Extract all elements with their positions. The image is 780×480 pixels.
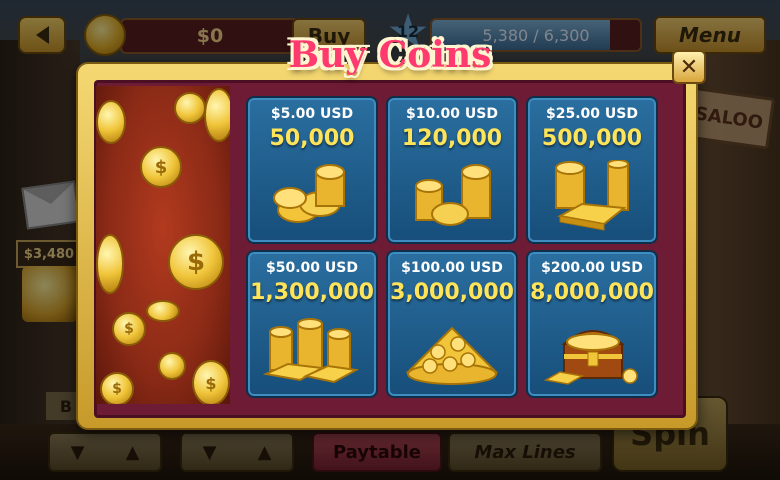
large-gold-pile-icon	[405, 326, 499, 385]
package-price: $10.00 USD	[406, 106, 498, 122]
dialog-title: Buy Coins	[288, 34, 492, 76]
package-price: $5.00 USD	[270, 106, 354, 122]
close-button[interactable]: ✕	[672, 50, 706, 84]
coin-icon: $	[168, 234, 224, 290]
package-amount: 50,000	[269, 126, 355, 151]
coin-package-2[interactable]: $10.00 USD 120,000	[386, 96, 518, 244]
coin-icon	[174, 92, 206, 124]
package-amount: 120,000	[401, 126, 503, 151]
coin-icon: $	[192, 360, 230, 404]
package-price: $50.00 USD	[266, 260, 358, 276]
package-amount: 3,000,000	[390, 280, 514, 305]
coin-icon	[96, 234, 124, 294]
coin-package-4[interactable]: $50.00 USD 1,300,000	[246, 250, 378, 398]
small-coin-pile-icon	[273, 164, 345, 223]
coin-icon	[96, 100, 126, 144]
package-amount: 500,000	[541, 126, 643, 151]
coin-icon	[158, 352, 186, 380]
package-amount: 1,300,000	[250, 280, 374, 305]
coin-icon: $	[112, 312, 146, 346]
package-amount: 8,000,000	[530, 280, 654, 305]
falling-coins-decoration: $ $ $ $ $	[96, 86, 230, 404]
coin-icon	[204, 88, 230, 142]
treasure-chest-icon	[543, 330, 638, 385]
coin-package-5[interactable]: $100.00 USD 3,000,000	[386, 250, 518, 398]
coin-package-6[interactable]: $200.00 USD 8,000,000	[526, 250, 658, 398]
coin-icon	[146, 300, 180, 322]
coin-icon: $	[140, 146, 182, 188]
coin-package-3[interactable]: $25.00 USD 500,000	[526, 96, 658, 244]
coin-icon: $	[100, 372, 134, 404]
package-price: $25.00 USD	[546, 106, 638, 122]
coin-package-1[interactable]: $5.00 USD 50,000	[246, 96, 378, 244]
coin-stacks-icon	[415, 164, 491, 226]
package-price: $200.00 USD	[541, 260, 643, 276]
package-price: $100.00 USD	[401, 260, 503, 276]
gold-bars-and-coins-icon	[262, 318, 360, 384]
coins-and-gold-bar-icon	[555, 160, 629, 231]
